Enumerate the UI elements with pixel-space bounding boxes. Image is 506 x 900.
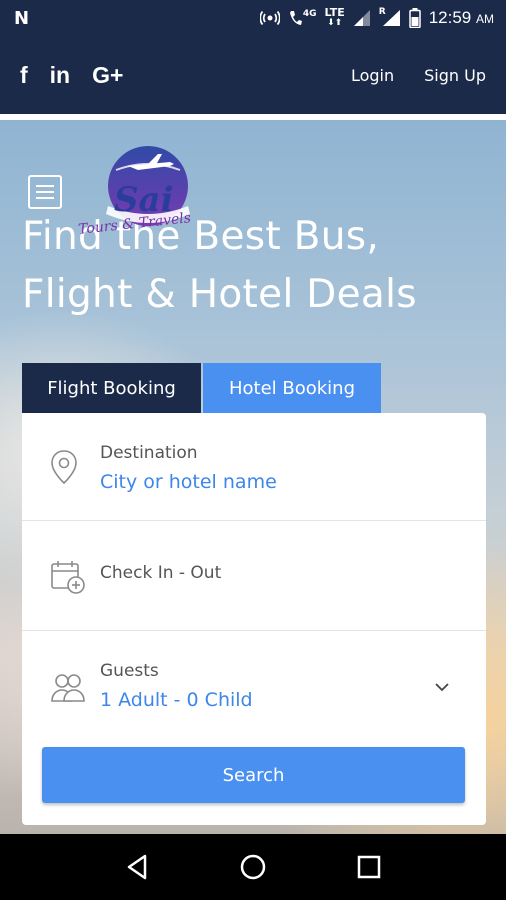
recents-icon[interactable] (357, 855, 381, 879)
social-links: f in G+ (20, 62, 123, 89)
clock-time: 12:59 (428, 8, 472, 27)
network-4g-label: 4G (302, 9, 317, 19)
hero-title-line2: Flight & Hotel Deals (22, 272, 417, 317)
destination-field[interactable]: Destination City or hotel name (22, 413, 486, 521)
roaming-signal-icon: R (378, 7, 401, 27)
top-navigation: f in G+ Login Sign Up (0, 36, 506, 114)
battery-icon (408, 8, 421, 28)
lte-indicator: LTE ⬇⬆ (324, 6, 345, 28)
home-icon[interactable] (239, 853, 267, 881)
notification-icon: N (14, 8, 29, 29)
hero-section: Find the Best Bus, Flight & Hotel Deals … (0, 120, 506, 834)
signup-link[interactable]: Sign Up (424, 66, 486, 85)
guests-icon (50, 671, 86, 709)
wifi-call-icon: 4G (288, 9, 317, 27)
auth-links: Login Sign Up (351, 66, 486, 85)
checkin-checkout-field[interactable]: Check In - Out (22, 521, 486, 631)
back-icon[interactable] (125, 854, 149, 880)
guests-field[interactable]: Guests 1 Adult - 0 Child (22, 631, 486, 741)
hamburger-menu-button[interactable] (28, 175, 62, 209)
hotspot-icon (259, 10, 280, 26)
chevron-down-icon[interactable] (434, 677, 450, 696)
sai-tours-logo[interactable]: Sai Tours & Travels (77, 140, 218, 244)
location-pin-icon (50, 449, 78, 489)
clock-ampm: AM (476, 12, 494, 26)
destination-label: Destination (100, 443, 198, 463)
google-plus-icon[interactable]: G+ (92, 62, 123, 89)
booking-tabs: Flight Booking Hotel Booking (22, 363, 381, 413)
guests-label: Guests (100, 661, 159, 681)
signal-icon (353, 10, 370, 26)
tab-flight-label: Flight Booking (47, 377, 176, 399)
roaming-label: R (378, 7, 386, 17)
facebook-icon[interactable]: f (20, 62, 28, 89)
checkin-checkout-label: Check In - Out (100, 563, 222, 583)
tab-hotel-label: Hotel Booking (228, 377, 356, 399)
linkedin-icon[interactable]: in (50, 62, 70, 89)
destination-input[interactable]: City or hotel name (100, 471, 277, 493)
tab-hotel-booking[interactable]: Hotel Booking (203, 363, 381, 413)
calendar-add-icon (50, 559, 86, 599)
login-link[interactable]: Login (351, 66, 394, 85)
lte-label: LTE (324, 6, 345, 19)
search-button[interactable]: Search (42, 747, 465, 803)
tab-flight-booking[interactable]: Flight Booking (22, 363, 201, 413)
status-icons: 4G LTE ⬇⬆ R 12:59 AM (259, 6, 494, 28)
android-navigation-bar (0, 834, 506, 900)
status-bar: N 4G LTE ⬇⬆ R 12:59 AM (0, 0, 506, 36)
clock: 12:59 AM (429, 8, 494, 28)
hotel-search-form: Destination City or hotel name Check In … (22, 413, 486, 825)
carrier-glyph: N (14, 7, 30, 29)
guests-value[interactable]: 1 Adult - 0 Child (100, 689, 253, 711)
